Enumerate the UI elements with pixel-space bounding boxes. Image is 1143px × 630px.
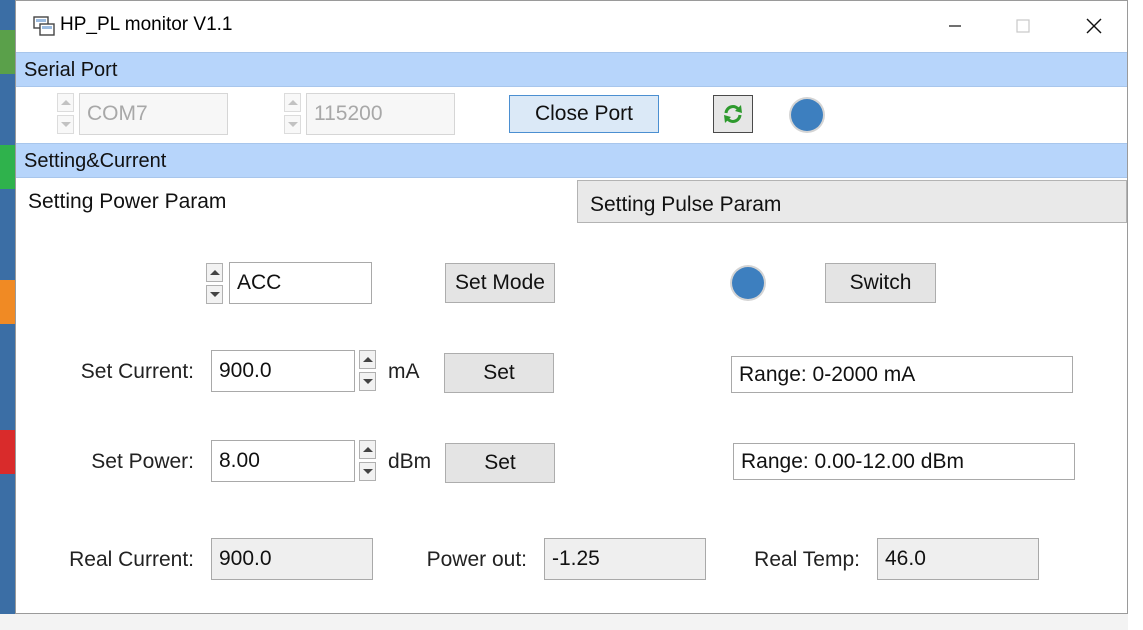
switch-button[interactable]: Switch (825, 263, 936, 303)
port-status-indicator (791, 99, 823, 131)
real-temp-readout: 46.0 (877, 538, 1039, 580)
current-range-field: Range: 0-2000 mA (731, 356, 1073, 393)
power-out-label: Power out: (426, 548, 527, 571)
tab-label: Setting Pulse Param (590, 193, 782, 216)
title-bar: HP_PL monitor V1.1 (16, 1, 1127, 51)
tab-setting-pulse-param[interactable]: Setting Pulse Param (577, 180, 1127, 223)
serial-port-header-label: Serial Port (24, 59, 118, 81)
real-current-readout: 900.0 (211, 538, 373, 580)
set-current-label: Set Current: (80, 360, 194, 383)
set-current-field[interactable]: 900.0 (211, 350, 355, 392)
close-button[interactable] (1071, 7, 1117, 45)
desktop-app-icon (0, 430, 15, 474)
set-power-button[interactable]: Set (445, 443, 555, 483)
close-icon (1086, 18, 1102, 34)
real-temp-label: Real Temp: (754, 548, 860, 571)
set-power-label: Set Power: (91, 450, 194, 473)
minimize-button[interactable] (932, 7, 978, 45)
baud-spinner[interactable] (284, 93, 301, 135)
desktop-app-icon (0, 280, 15, 324)
set-current-spinner[interactable] (359, 350, 376, 392)
mode-spinner[interactable] (206, 263, 223, 305)
power-range-field: Range: 0.00-12.00 dBm (733, 443, 1075, 480)
window-title: HP_PL monitor V1.1 (60, 14, 233, 35)
desktop-background-right (1128, 0, 1143, 630)
setting-current-header-label: Setting&Current (24, 150, 167, 172)
set-mode-button[interactable]: Set Mode (445, 263, 555, 303)
desktop-app-icon (0, 30, 15, 74)
set-power-field[interactable]: 8.00 (211, 440, 355, 482)
app-window-icon (33, 16, 55, 36)
tab-setting-power-param[interactable]: Setting Power Param (16, 180, 578, 223)
tab-label: Setting Power Param (28, 190, 227, 213)
minimize-icon (949, 25, 961, 27)
serial-port-header: Serial Port (16, 52, 1127, 87)
current-unit: mA (388, 360, 420, 383)
desktop-app-icon (0, 145, 15, 189)
refresh-button[interactable] (713, 95, 753, 133)
setting-current-header: Setting&Current (16, 143, 1127, 178)
port-spinner[interactable] (57, 93, 74, 135)
mode-field[interactable]: ACC (229, 262, 372, 304)
set-current-button[interactable]: Set (444, 353, 554, 393)
power-out-readout: -1.25 (544, 538, 706, 580)
close-port-button[interactable]: Close Port (509, 95, 659, 133)
refresh-icon (724, 105, 742, 123)
output-status-indicator (732, 267, 764, 299)
real-current-label: Real Current: (69, 548, 194, 571)
maximize-icon (1016, 19, 1030, 33)
desktop-taskbar-strip (0, 614, 1143, 630)
port-field[interactable]: COM7 (79, 93, 228, 135)
app-window: HP_PL monitor V1.1 Serial Port COM7 1152… (15, 0, 1128, 614)
baud-rate-field[interactable]: 115200 (306, 93, 455, 135)
set-power-spinner[interactable] (359, 440, 376, 482)
power-unit: dBm (388, 450, 432, 473)
maximize-button[interactable] (1000, 7, 1046, 45)
